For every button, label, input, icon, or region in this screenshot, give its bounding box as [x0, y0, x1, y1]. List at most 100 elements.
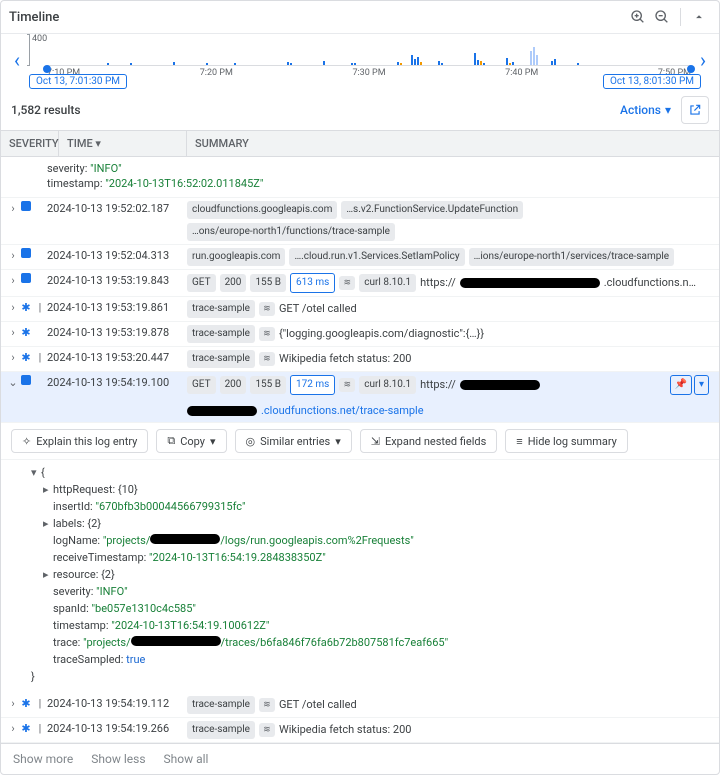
expand-toggle[interactable]: › [7, 201, 19, 217]
log-message: GET /otel called [279, 301, 357, 317]
similar-button[interactable]: ◎ Similar entries ▾ [235, 429, 352, 453]
timeline-yaxis: 400 [29, 34, 47, 66]
expand-toggle[interactable]: › [7, 248, 19, 264]
log-rows-bottom: › ✱ | 2024-10-13 19:54:19.112 trace-samp… [1, 693, 719, 743]
log-row[interactable]: › ✱ | 2024-10-13 19:54:19.112 trace-samp… [1, 693, 719, 718]
zoom-out-icon[interactable] [650, 5, 674, 29]
range-start-label[interactable]: Oct 13, 7:01:30 PM [29, 74, 127, 89]
summary-cell: run.googleapis.com….cloud.run.v1.Service… [187, 248, 713, 266]
severity-cell: ✱ [19, 696, 33, 712]
http-method-chip[interactable]: GET [187, 376, 216, 394]
log-row[interactable]: › ✱ | 2024-10-13 19:54:19.266 trace-samp… [1, 718, 719, 743]
explain-button[interactable]: ✧ Explain this log entry [11, 429, 148, 453]
service-chip[interactable]: trace-sample [187, 721, 255, 739]
expand-toggle[interactable]: › [7, 273, 19, 289]
summary-cell: trace-sample ≋ GET /otel called [187, 300, 713, 318]
col-time[interactable]: TIME ▾ [59, 131, 187, 156]
expand-toggle[interactable]: › [7, 300, 19, 316]
log-row[interactable]: › ✱ | 2024-10-13 19:53:20.447 trace-samp… [1, 347, 719, 372]
collapse-icon[interactable] [687, 5, 711, 29]
timeline-bars [47, 34, 691, 66]
range-end-handle[interactable] [687, 65, 695, 73]
trace-icon[interactable]: ≋ [259, 352, 275, 366]
tick: 7:20 PM [200, 68, 233, 78]
http-method-chip[interactable]: GET [187, 274, 216, 292]
service-chip[interactable]: trace-sample [187, 696, 255, 714]
expand-toggle[interactable]: › [7, 696, 19, 712]
logs-explorer-panel: Timeline ‹ 400 7:10 PM 7:20 PM 7:30 PM 7… [0, 0, 720, 775]
timeline-body: ‹ 400 7:10 PM 7:20 PM 7:30 PM 7:40 PM 7:… [1, 34, 719, 90]
summary-chip[interactable]: …s.v2.FunctionService.UpdateFunction [341, 201, 523, 219]
expand-toggle[interactable]: ⌄ [7, 375, 19, 391]
user-agent-chip[interactable]: curl 8.10.1 [359, 376, 416, 394]
trace-icon[interactable]: ≋ [339, 378, 355, 392]
show-more-link[interactable]: Show more [13, 752, 73, 766]
trace-icon[interactable]: ≋ [259, 723, 275, 737]
timestamp-cell: 2024-10-13 19:54:19.112 [47, 696, 187, 712]
trace-icon[interactable]: ≋ [259, 327, 275, 341]
timestamp-cell: 2024-10-13 19:54:19.100 [47, 375, 187, 391]
severity-info-icon [21, 201, 31, 211]
log-row[interactable]: › 2024-10-13 19:53:19.843 GET 200 155 B … [1, 270, 719, 297]
summary-chip[interactable]: …ions/europe-north1/services/trace-sampl… [469, 248, 674, 266]
user-agent-chip[interactable]: curl 8.10.1 [359, 274, 416, 292]
summary-cell: trace-sample≋Wikipedia fetch status: 200 [187, 721, 713, 739]
timestamp-cell: 2024-10-13 19:53:19.843 [47, 273, 187, 289]
hide-summary-button[interactable]: ≡ Hide log summary [505, 429, 628, 453]
show-all-link[interactable]: Show all [164, 752, 209, 766]
http-size-chip[interactable]: 155 B [250, 274, 286, 292]
extra-indicator: | [33, 350, 47, 366]
redacted [187, 406, 257, 416]
service-chip[interactable]: trace-sample [187, 300, 255, 318]
zoom-in-icon[interactable] [626, 5, 650, 29]
expand-fields-button[interactable]: ⇲ Expand nested fields [360, 429, 498, 453]
timeline-chart[interactable]: 400 7:10 PM 7:20 PM 7:30 PM 7:40 PM 7:50… [29, 34, 691, 86]
timestamp-cell: 2024-10-13 19:53:19.861 [47, 300, 187, 316]
url-text: https:// [420, 377, 456, 393]
expand-toggle[interactable]: › [7, 325, 19, 341]
log-row[interactable]: › ✱ | 2024-10-13 19:53:19.861 trace-samp… [1, 297, 719, 322]
expand-toggle[interactable]: › [7, 350, 19, 366]
pin-button[interactable]: 📌 [670, 375, 692, 395]
open-in-new-icon[interactable] [681, 96, 709, 124]
row-menu-button[interactable]: ▾ [694, 375, 709, 395]
latency-chip[interactable]: 613 ms [290, 273, 335, 293]
trace-icon[interactable]: ≋ [259, 302, 275, 316]
summary-chip[interactable]: …ons/europe-north1/functions/trace-sampl… [187, 223, 395, 241]
latency-chip[interactable]: 172 ms [290, 375, 335, 395]
trace-icon[interactable]: ≋ [259, 698, 275, 712]
extra-indicator: | [33, 300, 47, 316]
col-summary[interactable]: SUMMARY [187, 131, 719, 156]
log-row[interactable]: › 2024-10-13 19:52:04.313 run.googleapis… [1, 245, 719, 270]
summary-chip[interactable]: ….cloud.run.v1.Services.SetIamPolicy [289, 248, 464, 266]
copy-button[interactable]: ⧉ Copy ▾ [156, 429, 226, 453]
range-end-label[interactable]: Oct 13, 8:01:30 PM [603, 74, 701, 89]
http-status-chip[interactable]: 200 [220, 274, 247, 292]
trace-icon[interactable]: ≋ [339, 276, 355, 290]
log-row[interactable]: ⌄ 2024-10-13 19:54:19.100 GET 200 155 B … [1, 372, 719, 423]
actions-dropdown[interactable]: Actions ▾ [620, 103, 671, 117]
severity-cell: ✱ [19, 325, 33, 341]
actions-label: Actions [620, 103, 661, 117]
timestamp-cell: 2024-10-13 19:53:20.447 [47, 350, 187, 366]
log-message: GET /otel called [279, 697, 357, 713]
timeline-prev-button[interactable]: ‹ [5, 34, 29, 86]
redacted [460, 278, 600, 288]
log-row[interactable]: › ✱ 2024-10-13 19:53:19.878 trace-sample… [1, 322, 719, 347]
range-start-handle[interactable] [43, 65, 51, 73]
http-status-chip[interactable]: 200 [220, 376, 247, 394]
severity-cell: ✱ [19, 721, 33, 737]
divider [680, 8, 681, 26]
http-size-chip[interactable]: 155 B [250, 376, 286, 394]
summary-chip[interactable]: cloudfunctions.googleapis.com [187, 201, 337, 219]
tick: 7:40 PM [505, 68, 538, 78]
expand-toggle[interactable]: › [7, 721, 19, 737]
url-path[interactable]: .cloudfunctions.net/trace-sample [261, 403, 424, 419]
service-chip[interactable]: trace-sample [187, 325, 255, 343]
timestamp-cell: 2024-10-13 19:52:04.313 [47, 248, 187, 264]
col-severity[interactable]: SEVERITY [1, 131, 59, 156]
log-row[interactable]: › 2024-10-13 19:52:02.187 cloudfunctions… [1, 198, 719, 245]
show-less-link[interactable]: Show less [91, 752, 145, 766]
service-chip[interactable]: trace-sample [187, 350, 255, 368]
summary-chip[interactable]: run.googleapis.com [187, 248, 285, 266]
